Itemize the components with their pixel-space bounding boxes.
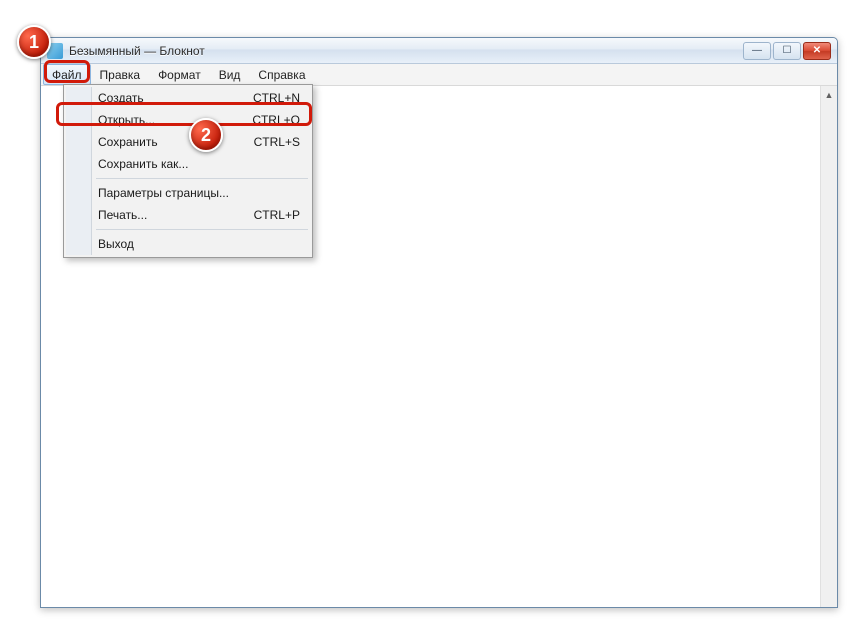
vertical-scrollbar[interactable]: ▲	[820, 86, 837, 607]
menu-separator	[96, 229, 308, 230]
callout-number: 1	[29, 32, 39, 53]
callout-badge-1: 1	[17, 25, 51, 59]
menu-item-shortcut: CTRL+N	[253, 91, 300, 105]
menu-label: Правка	[100, 68, 141, 82]
menu-item-label: Открыть...	[98, 113, 252, 127]
scroll-up-icon[interactable]: ▲	[821, 86, 837, 103]
maximize-icon: ☐	[783, 45, 792, 56]
menu-label: Вид	[219, 68, 241, 82]
menu-item-new[interactable]: Создать CTRL+N	[66, 87, 310, 109]
callout-number: 2	[201, 125, 211, 146]
menu-item-shortcut: CTRL+P	[254, 208, 300, 222]
menubar: Файл Правка Формат Вид Справка	[41, 64, 837, 86]
menu-label: Файл	[52, 68, 82, 82]
menu-help[interactable]: Справка	[249, 64, 314, 85]
window-title: Безымянный — Блокнот	[69, 44, 743, 58]
close-icon: ✕	[813, 45, 821, 56]
menu-item-exit[interactable]: Выход	[66, 233, 310, 255]
menu-item-save[interactable]: Сохранить CTRL+S	[66, 131, 310, 153]
menu-separator	[96, 178, 308, 179]
close-button[interactable]: ✕	[803, 42, 831, 60]
minimize-icon: —	[752, 45, 762, 56]
menu-item-print[interactable]: Печать... CTRL+P	[66, 204, 310, 226]
menu-item-shortcut: CTRL+S	[254, 135, 300, 149]
menu-format[interactable]: Формат	[149, 64, 210, 85]
callout-badge-2: 2	[189, 118, 223, 152]
file-dropdown: Создать CTRL+N Открыть... CTRL+O Сохрани…	[63, 84, 313, 258]
menu-item-label: Сохранить как...	[98, 157, 300, 171]
menu-view[interactable]: Вид	[210, 64, 250, 85]
menu-item-page-setup[interactable]: Параметры страницы...	[66, 182, 310, 204]
menu-file[interactable]: Файл	[43, 64, 91, 85]
menu-item-label: Сохранить	[98, 135, 254, 149]
menu-item-shortcut: CTRL+O	[252, 113, 300, 127]
menu-label: Справка	[258, 68, 305, 82]
menu-item-label: Создать	[98, 91, 253, 105]
menu-item-label: Параметры страницы...	[98, 186, 300, 200]
minimize-button[interactable]: —	[743, 42, 771, 60]
menu-item-label: Выход	[98, 237, 300, 251]
menu-edit[interactable]: Правка	[91, 64, 150, 85]
menu-item-open[interactable]: Открыть... CTRL+O	[66, 109, 310, 131]
window-controls: — ☐ ✕	[743, 42, 831, 60]
titlebar[interactable]: Безымянный — Блокнот — ☐ ✕	[41, 38, 837, 64]
menu-item-label: Печать...	[98, 208, 254, 222]
menu-item-save-as[interactable]: Сохранить как...	[66, 153, 310, 175]
maximize-button[interactable]: ☐	[773, 42, 801, 60]
menu-label: Формат	[158, 68, 201, 82]
